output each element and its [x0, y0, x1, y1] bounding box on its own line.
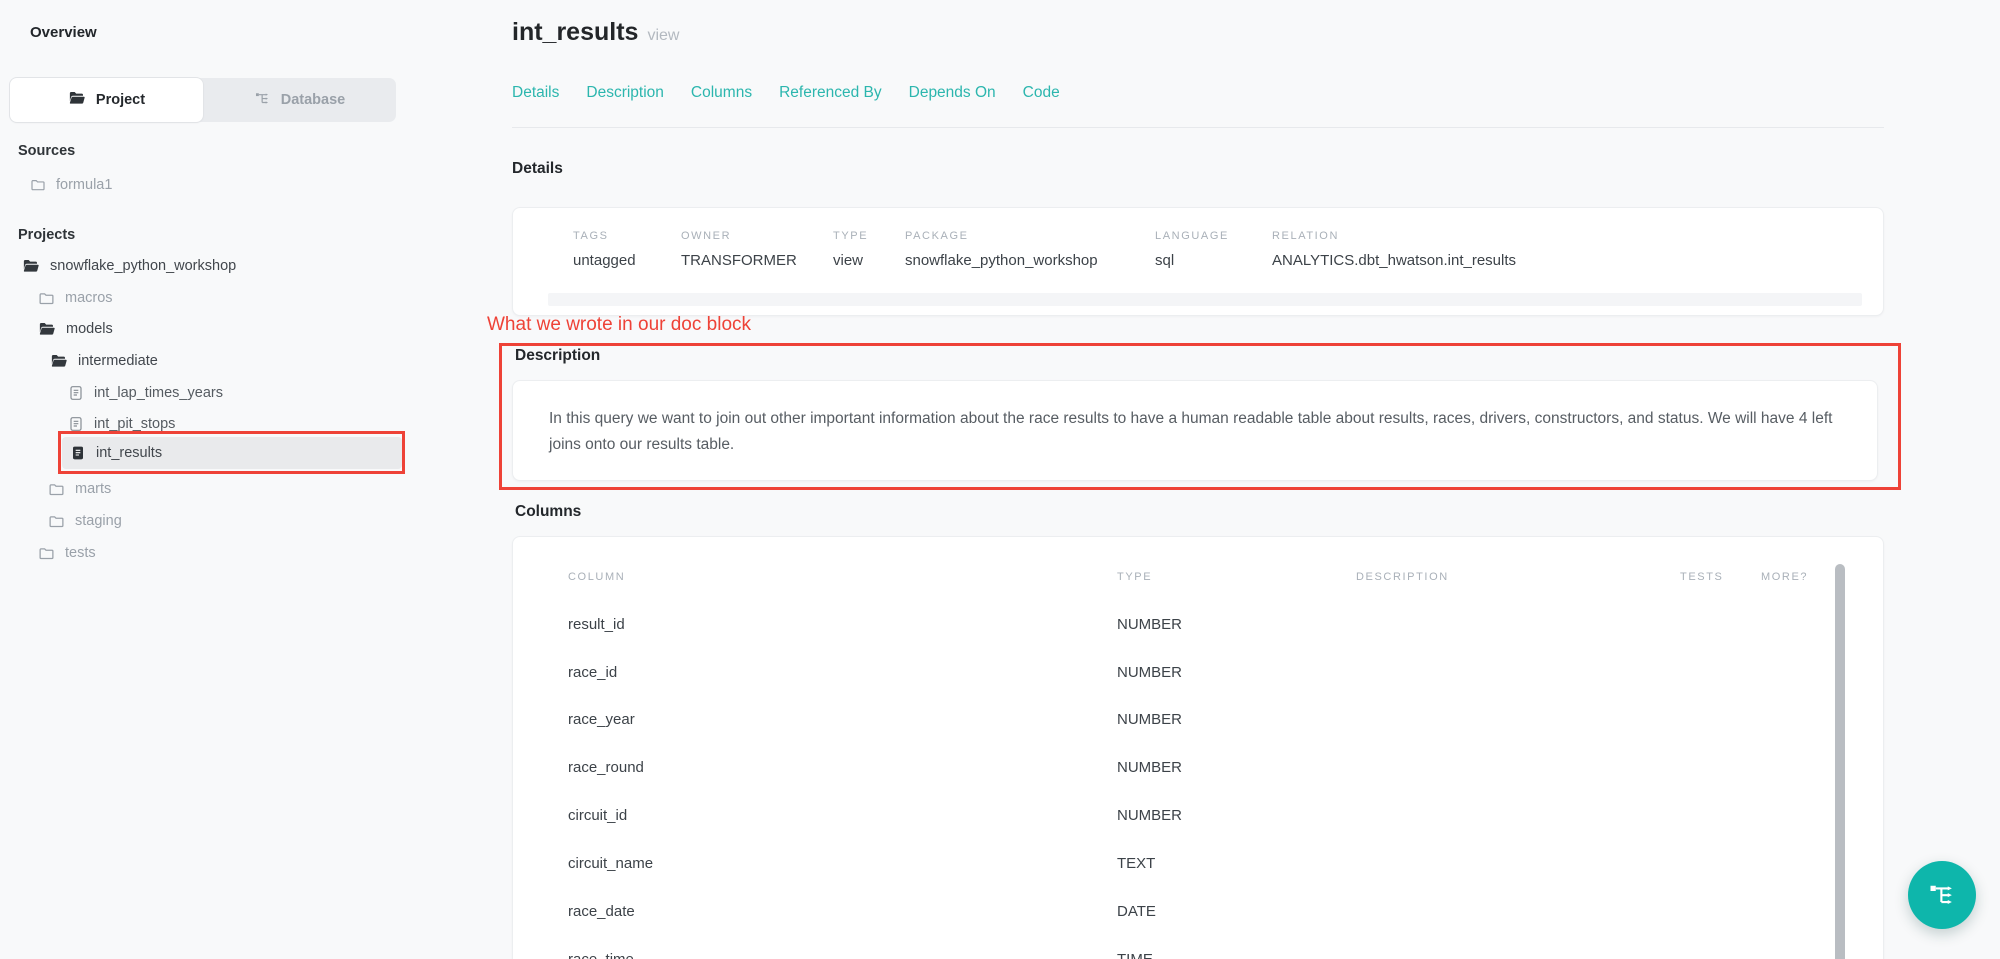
- tree-item-label: intermediate: [78, 353, 158, 369]
- detail-label: LANGUAGE: [1155, 230, 1229, 242]
- column-header-description: DESCRIPTION: [1356, 571, 1449, 583]
- column-name-cell: circuit_id: [568, 807, 627, 824]
- column-name-cell: race_year: [568, 711, 635, 728]
- column-type-cell: NUMBER: [1117, 759, 1182, 776]
- tree-item-label: staging: [75, 513, 122, 529]
- details-footer-strip: [548, 293, 1862, 306]
- tabs-divider: [512, 127, 1884, 128]
- details-section-heading: Details: [512, 160, 563, 178]
- tab-description[interactable]: Description: [586, 84, 664, 102]
- column-header-more: MORE?: [1761, 571, 1808, 583]
- tree-item-label: int_lap_times_years: [94, 385, 223, 401]
- column-type-cell: NUMBER: [1117, 616, 1182, 633]
- lineage-tree-icon: [254, 90, 271, 111]
- column-name-cell: race_time: [568, 951, 634, 959]
- column-type-cell: NUMBER: [1117, 664, 1182, 681]
- sidebar-item-snowflake-python-workshop[interactable]: snowflake_python_workshop: [22, 251, 236, 281]
- model-name: int_results: [512, 18, 638, 46]
- sidebar-item-intermediate[interactable]: intermediate: [50, 346, 158, 376]
- tree-item-label: int_pit_stops: [94, 416, 175, 432]
- detail-value: snowflake_python_workshop: [905, 252, 1098, 269]
- tab-depends-on[interactable]: Depends On: [909, 84, 996, 102]
- folder-closed-icon: [48, 513, 65, 530]
- detail-value: TRANSFORMER: [681, 252, 797, 269]
- columns-card: COLUMN TYPE DESCRIPTION TESTS MORE? resu…: [512, 536, 1884, 959]
- folder-open-icon: [38, 320, 56, 338]
- tree-item-label: macros: [65, 290, 113, 306]
- annotation-box-description: [499, 343, 1901, 490]
- file-solid-icon: [70, 445, 86, 461]
- annotation-text: What we wrote in our doc block: [487, 314, 751, 336]
- table-scrollbar[interactable]: [1835, 564, 1845, 959]
- column-name-cell: race_date: [568, 903, 635, 920]
- detail-value: sql: [1155, 252, 1174, 269]
- lineage-graph-icon: [1927, 880, 1957, 910]
- folder-closed-icon: [30, 177, 46, 193]
- folder-closed-icon: [38, 545, 55, 562]
- sidebar-item-formula1[interactable]: formula1: [30, 170, 112, 200]
- detail-value: view: [833, 252, 863, 269]
- column-type-cell: TIME: [1117, 951, 1153, 959]
- column-name-cell: race_round: [568, 759, 644, 776]
- sidebar-item-int-results-selected[interactable]: int_results: [70, 438, 162, 468]
- tree-item-label: tests: [65, 545, 96, 561]
- detail-label: OWNER: [681, 230, 731, 242]
- sources-section-label: Sources: [18, 143, 75, 159]
- folder-open-icon: [50, 352, 68, 370]
- tab-referenced-by[interactable]: Referenced By: [779, 84, 882, 102]
- column-type-cell: TEXT: [1117, 855, 1155, 872]
- detail-value: untagged: [573, 252, 636, 269]
- column-header-type: TYPE: [1117, 571, 1152, 583]
- tree-item-label: snowflake_python_workshop: [50, 258, 236, 274]
- sidebar-item-macros[interactable]: macros: [38, 283, 113, 313]
- project-toggle-button[interactable]: Project: [10, 78, 203, 122]
- model-type-label: view: [647, 27, 679, 44]
- folder-closed-icon: [48, 481, 65, 498]
- column-name-cell: circuit_name: [568, 855, 653, 872]
- tab-bar: Details Description Columns Referenced B…: [512, 84, 1060, 102]
- folder-closed-icon: [38, 290, 55, 307]
- detail-value: ANALYTICS.dbt_hwatson.int_results: [1272, 252, 1516, 269]
- tab-code[interactable]: Code: [1023, 84, 1060, 102]
- sidebar-item-models[interactable]: models: [38, 314, 113, 344]
- sidebar-item-marts[interactable]: marts: [48, 474, 111, 504]
- column-name-cell: race_id: [568, 664, 617, 681]
- tree-item-label: models: [66, 321, 113, 337]
- column-name-cell: result_id: [568, 616, 625, 633]
- columns-section-heading: Columns: [515, 503, 581, 521]
- source-item-label: formula1: [56, 177, 112, 193]
- details-card: TAGS untagged OWNER TRANSFORMER TYPE vie…: [512, 207, 1884, 316]
- lineage-fab-button[interactable]: [1908, 861, 1976, 929]
- tree-item-label: int_results: [96, 445, 162, 461]
- column-header-tests: TESTS: [1680, 571, 1723, 583]
- file-icon: [68, 385, 84, 401]
- detail-label: TYPE: [833, 230, 868, 242]
- project-toggle-label: Project: [96, 92, 145, 108]
- folder-open-icon: [22, 257, 40, 275]
- file-icon: [68, 416, 84, 432]
- view-toggle: Project Database: [10, 78, 396, 122]
- detail-label: RELATION: [1272, 230, 1339, 242]
- column-type-cell: NUMBER: [1117, 711, 1182, 728]
- sidebar-item-staging[interactable]: staging: [48, 506, 122, 536]
- projects-section-label: Projects: [18, 227, 75, 243]
- column-header-column: COLUMN: [568, 571, 625, 583]
- tab-columns[interactable]: Columns: [691, 84, 752, 102]
- tree-item-label: marts: [75, 481, 111, 497]
- folder-open-icon: [68, 89, 86, 111]
- sidebar-item-int-lap-times-years[interactable]: int_lap_times_years: [68, 378, 223, 408]
- column-type-cell: DATE: [1117, 903, 1156, 920]
- page-title: int_results view: [512, 18, 679, 47]
- database-toggle-label: Database: [281, 92, 345, 108]
- database-toggle-button[interactable]: Database: [203, 78, 396, 122]
- column-type-cell: NUMBER: [1117, 807, 1182, 824]
- tab-details[interactable]: Details: [512, 84, 559, 102]
- detail-label: TAGS: [573, 230, 609, 242]
- overview-title: Overview: [30, 24, 97, 41]
- detail-label: PACKAGE: [905, 230, 969, 242]
- sidebar-item-tests[interactable]: tests: [38, 538, 96, 568]
